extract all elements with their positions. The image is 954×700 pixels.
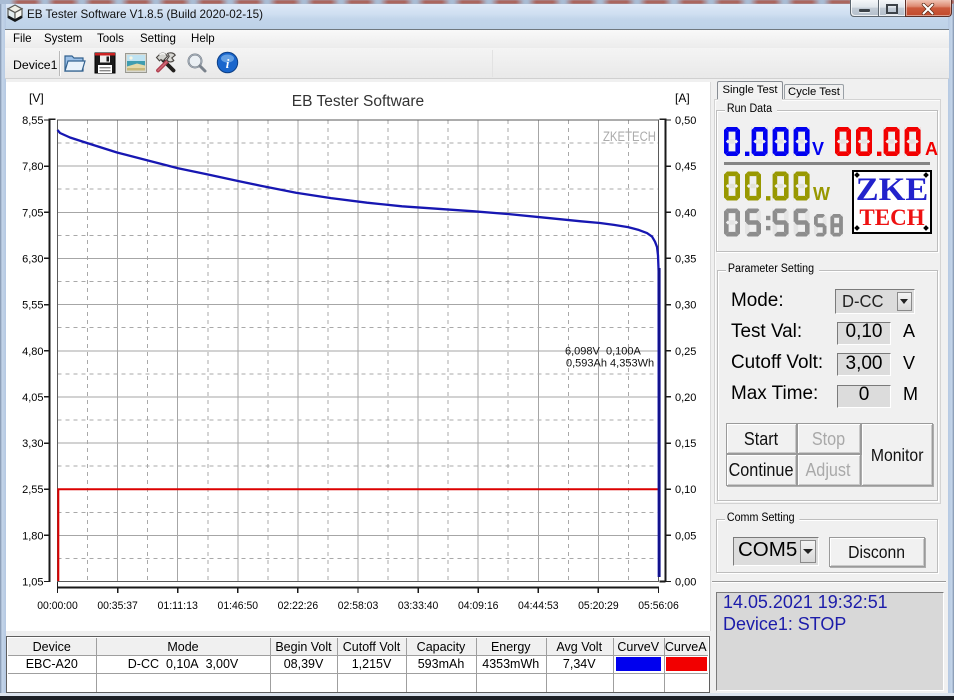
svg-text:0,35: 0,35: [675, 253, 696, 265]
svg-text:ZKETECH: ZKETECH: [603, 129, 656, 144]
svg-text:04:44:53: 04:44:53: [518, 600, 559, 612]
svg-text:03:33:40: 03:33:40: [398, 600, 439, 612]
svg-text:0,00: 0,00: [675, 577, 696, 589]
svg-text:3,30: 3,30: [22, 438, 43, 450]
svg-text:01:46:50: 01:46:50: [218, 600, 259, 612]
svg-text:7,80: 7,80: [22, 161, 43, 173]
svg-text:04:09:16: 04:09:16: [458, 600, 499, 612]
svg-text:0,40: 0,40: [675, 207, 696, 219]
svg-text:[V]: [V]: [29, 91, 44, 105]
svg-text:0,05: 0,05: [675, 530, 696, 542]
svg-text:0,25: 0,25: [675, 346, 696, 358]
svg-text:7,05: 7,05: [22, 207, 43, 219]
svg-text:0,15: 0,15: [675, 438, 696, 450]
svg-text:02:22:26: 02:22:26: [278, 600, 319, 612]
svg-text:05:56:06: 05:56:06: [638, 600, 679, 612]
svg-text:2,55: 2,55: [22, 484, 43, 496]
svg-text:0,593Ah 4,353Wh: 0,593Ah 4,353Wh: [566, 358, 654, 370]
svg-text:4,05: 4,05: [22, 392, 43, 404]
svg-text:0,45: 0,45: [675, 161, 696, 173]
svg-text:02:58:03: 02:58:03: [338, 600, 379, 612]
svg-text:1,05: 1,05: [22, 577, 43, 589]
svg-text:[A]: [A]: [675, 91, 690, 105]
svg-text:00:00:00: 00:00:00: [37, 600, 78, 612]
svg-text:05:20:29: 05:20:29: [578, 600, 619, 612]
svg-text:0,10: 0,10: [675, 484, 696, 496]
svg-text:EB Tester Software: EB Tester Software: [292, 93, 424, 110]
svg-text:5,55: 5,55: [22, 300, 43, 312]
svg-text:1,80: 1,80: [22, 530, 43, 542]
svg-text:0,50: 0,50: [675, 115, 696, 127]
svg-text:6,30: 6,30: [22, 253, 43, 265]
svg-text:0,30: 0,30: [675, 300, 696, 312]
svg-text:0,20: 0,20: [675, 392, 696, 404]
svg-text:8,55: 8,55: [22, 115, 43, 127]
svg-text:01:11:13: 01:11:13: [157, 600, 198, 612]
svg-text:6,098V 0,100A: 6,098V 0,100A: [565, 346, 642, 358]
svg-text:4,80: 4,80: [22, 346, 43, 358]
svg-text:00:35:37: 00:35:37: [97, 600, 138, 612]
